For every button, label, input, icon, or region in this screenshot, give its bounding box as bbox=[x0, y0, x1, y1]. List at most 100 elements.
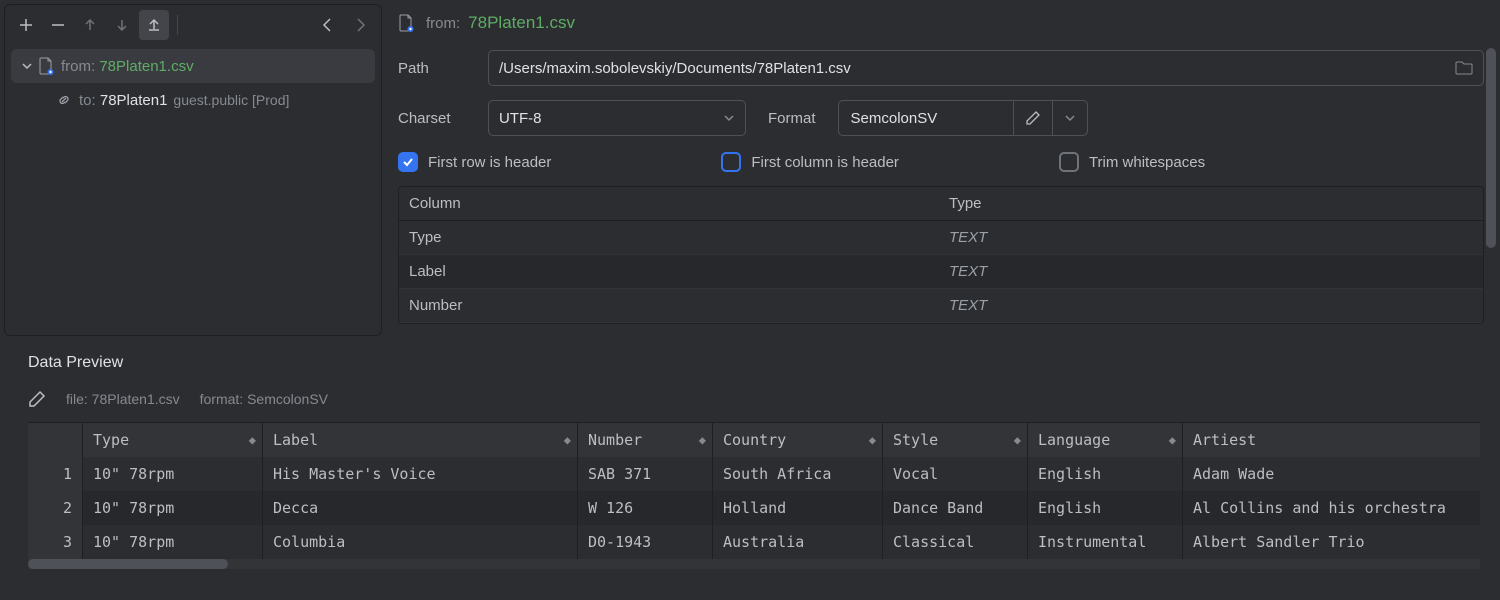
sort-icon[interactable]: ◆ bbox=[249, 433, 256, 447]
grid-row[interactable]: 1 10" 78rpm His Master's Voice SAB 371 S… bbox=[28, 457, 1480, 491]
column-row[interactable]: Label TEXT bbox=[399, 255, 1483, 289]
cell[interactable]: Classical bbox=[883, 525, 1028, 559]
path-input[interactable]: /Users/maxim.sobolevskiy/Documents/78Pla… bbox=[488, 50, 1484, 86]
cell[interactable]: Albert Sandler Trio bbox=[1183, 525, 1480, 559]
source-toolbar bbox=[5, 5, 381, 45]
grid-header-row: Type◆ Label◆ Number◆ Country◆ Style◆ Lan… bbox=[28, 423, 1480, 457]
path-label: Path bbox=[398, 60, 488, 77]
col-header-column[interactable]: Column bbox=[399, 187, 939, 220]
cell[interactable]: English bbox=[1028, 457, 1183, 491]
to-dest-meta: guest.public [Prod] bbox=[173, 92, 289, 108]
data-preview-title: Data Preview bbox=[28, 354, 1480, 372]
path-value: /Users/maxim.sobolevskiy/Documents/78Pla… bbox=[499, 60, 851, 77]
charset-label: Charset bbox=[398, 110, 488, 127]
cell[interactable]: Instrumental bbox=[1028, 525, 1183, 559]
format-value: SemcolonSV bbox=[839, 101, 1013, 135]
col-header[interactable]: Style◆ bbox=[883, 423, 1028, 457]
scrollbar-thumb[interactable] bbox=[28, 559, 228, 569]
grid-row[interactable]: 2 10" 78rpm Decca W 126 Holland Dance Ba… bbox=[28, 491, 1480, 525]
cell[interactable]: 10" 78rpm bbox=[83, 457, 263, 491]
cell[interactable]: 10" 78rpm bbox=[83, 525, 263, 559]
sort-icon[interactable]: ◆ bbox=[869, 433, 876, 447]
toolbar-separator bbox=[177, 15, 178, 35]
cell[interactable]: His Master's Voice bbox=[263, 457, 578, 491]
charset-select[interactable]: UTF-8 bbox=[488, 100, 746, 136]
trim-whitespace-check[interactable]: Trim whitespaces bbox=[1059, 152, 1205, 172]
move-down-button[interactable] bbox=[107, 10, 137, 40]
cell[interactable]: Dance Band bbox=[883, 491, 1028, 525]
first-row-header-check[interactable]: First row is header bbox=[398, 152, 551, 172]
scrollbar-thumb[interactable] bbox=[1486, 48, 1496, 248]
trim-whitespace-label: Trim whitespaces bbox=[1089, 154, 1205, 171]
preview-format-meta: format: SemcolonSV bbox=[200, 391, 328, 407]
horizontal-scrollbar[interactable] bbox=[28, 559, 1480, 569]
forward-button[interactable] bbox=[345, 10, 375, 40]
format-edit-button[interactable] bbox=[1013, 101, 1053, 135]
col-header[interactable]: Country◆ bbox=[713, 423, 883, 457]
link-icon bbox=[53, 92, 75, 108]
to-prefix: to: bbox=[79, 92, 96, 109]
file-icon bbox=[35, 57, 57, 75]
column-table: Column Type Type TEXT Label TEXT Number … bbox=[398, 186, 1484, 324]
cell[interactable]: Columbia bbox=[263, 525, 578, 559]
first-col-header-label: First column is header bbox=[751, 154, 899, 171]
cell[interactable]: W 126 bbox=[578, 491, 713, 525]
cell[interactable]: Decca bbox=[263, 491, 578, 525]
cell[interactable]: English bbox=[1028, 491, 1183, 525]
from-prefix: from: bbox=[61, 58, 95, 75]
col-header-type[interactable]: Type bbox=[939, 187, 1339, 220]
cell[interactable]: SAB 371 bbox=[578, 457, 713, 491]
sort-icon[interactable]: ◆ bbox=[1169, 433, 1176, 447]
add-button[interactable] bbox=[11, 10, 41, 40]
vertical-scrollbar[interactable] bbox=[1486, 48, 1496, 340]
row-number-header bbox=[28, 423, 83, 457]
cell[interactable]: 10" 78rpm bbox=[83, 491, 263, 525]
column-row[interactable]: Type TEXT bbox=[399, 221, 1483, 255]
col-header[interactable]: Type◆ bbox=[83, 423, 263, 457]
sort-icon[interactable]: ◆ bbox=[1014, 433, 1021, 447]
cell[interactable]: Australia bbox=[713, 525, 883, 559]
col-header[interactable]: Language◆ bbox=[1028, 423, 1183, 457]
move-up-button[interactable] bbox=[75, 10, 105, 40]
file-icon bbox=[398, 14, 414, 32]
format-select[interactable]: SemcolonSV bbox=[838, 100, 1088, 136]
first-col-header-check[interactable]: First column is header bbox=[721, 152, 899, 172]
to-dest-name: 78Platen1 bbox=[100, 92, 168, 109]
col-header[interactable]: Label◆ bbox=[263, 423, 578, 457]
cell[interactable]: Adam Wade bbox=[1183, 457, 1480, 491]
tree-row-to[interactable]: to: 78Platen1 guest.public [Prod] bbox=[11, 83, 375, 117]
cell[interactable]: Al Collins and his orchestra bbox=[1183, 491, 1480, 525]
cell[interactable]: South Africa bbox=[713, 457, 883, 491]
folder-icon[interactable] bbox=[1455, 61, 1473, 75]
tree-row-from[interactable]: from: 78Platen1.csv bbox=[11, 49, 375, 83]
preview-file-meta: file: 78Platen1.csv bbox=[66, 391, 180, 407]
col-header[interactable]: Number◆ bbox=[578, 423, 713, 457]
format-dropdown-button[interactable] bbox=[1053, 101, 1087, 135]
column-type: TEXT bbox=[939, 289, 1339, 322]
charset-value: UTF-8 bbox=[499, 110, 542, 127]
config-panel: from: 78Platen1.csv Path /Users/maxim.so… bbox=[382, 0, 1500, 340]
row-number: 2 bbox=[28, 491, 83, 525]
sort-icon[interactable]: ◆ bbox=[564, 433, 571, 447]
column-row[interactable]: Number TEXT bbox=[399, 289, 1483, 323]
source-list-panel: from: 78Platen1.csv to: 78Platen1 guest.… bbox=[4, 4, 382, 336]
from-file-name: 78Platen1.csv bbox=[99, 58, 193, 75]
chevron-down-icon[interactable] bbox=[19, 60, 35, 72]
checkbox-unchecked-icon bbox=[1059, 152, 1079, 172]
header-prefix: from: bbox=[426, 15, 460, 32]
remove-button[interactable] bbox=[43, 10, 73, 40]
cell[interactable]: D0-1943 bbox=[578, 525, 713, 559]
cell[interactable]: Vocal bbox=[883, 457, 1028, 491]
sort-icon[interactable]: ◆ bbox=[699, 433, 706, 447]
header-file: 78Platen1.csv bbox=[468, 13, 575, 33]
grid-row[interactable]: 3 10" 78rpm Columbia D0-1943 Australia C… bbox=[28, 525, 1480, 559]
row-number: 3 bbox=[28, 525, 83, 559]
format-label: Format bbox=[768, 110, 816, 127]
preview-grid: Type◆ Label◆ Number◆ Country◆ Style◆ Lan… bbox=[28, 422, 1480, 569]
cell[interactable]: Holland bbox=[713, 491, 883, 525]
import-button[interactable] bbox=[139, 10, 169, 40]
checkbox-checked-icon bbox=[398, 152, 418, 172]
edit-icon[interactable] bbox=[28, 390, 46, 408]
col-header[interactable]: Artiest bbox=[1183, 423, 1480, 457]
back-button[interactable] bbox=[313, 10, 343, 40]
